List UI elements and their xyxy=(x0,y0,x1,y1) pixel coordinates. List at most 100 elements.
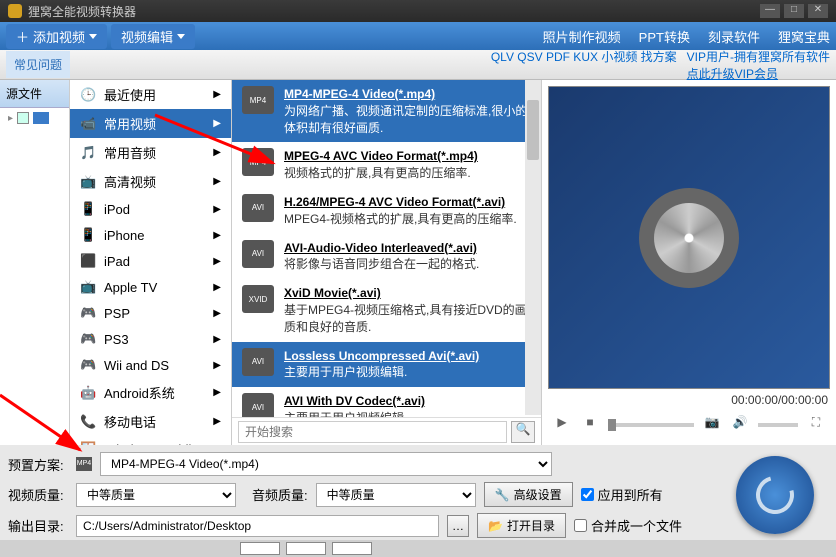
category-label: Apple TV xyxy=(104,280,157,295)
secondary-bar: 常见问题 QLV QSV PDF KUX 小视频 找方案 VIP用户-拥有狸窝所… xyxy=(0,50,836,80)
search-button[interactable]: 🔍 xyxy=(511,421,535,443)
category-item[interactable]: 🎮PS3▶ xyxy=(70,326,231,352)
folder-icon: 📂 xyxy=(488,519,503,533)
format-list-panel: MP4MP4-MPEG-4 Video(*.mp4)为网络广播、视频通讯定制的压… xyxy=(232,80,542,445)
merge-checkbox[interactable]: 合并成一个文件 xyxy=(574,516,682,535)
category-item[interactable]: 🪟Windows Mobile▶ xyxy=(70,436,231,445)
video-quality-select[interactable]: 中等质量 xyxy=(76,483,236,507)
chevron-right-icon: ▶ xyxy=(213,256,221,267)
audio-quality-select[interactable]: 中等质量 xyxy=(316,483,476,507)
format-item[interactable]: AVI AVI With DV Codec(*.avi)主要用于用户视频编辑 xyxy=(232,387,541,417)
category-icon: 📞 xyxy=(80,414,96,430)
chevron-right-icon: ▶ xyxy=(213,89,221,100)
category-menu: 🕒最近使用▶📹常用视频▶🎵常用音频▶📺高清视频▶📱iPod▶📱iPhone▶⬛i… xyxy=(70,80,232,445)
chevron-down-icon xyxy=(177,34,185,39)
browse-dir-button[interactable]: … xyxy=(447,515,469,537)
link-liwo-guide[interactable]: 狸窝宝典 xyxy=(778,27,830,46)
chevron-right-icon: ▶ xyxy=(213,360,221,371)
close-button[interactable]: ✕ xyxy=(808,4,828,18)
advanced-settings-button[interactable]: 🔧高级设置 xyxy=(484,482,573,507)
category-item[interactable]: ⬛iPad▶ xyxy=(70,248,231,274)
format-item[interactable]: MP4MP4-MPEG-4 Video(*.mp4)为网络广播、视频通讯定制的压… xyxy=(232,80,541,142)
format-item[interactable]: XVIDXviD Movie(*.avi)基于MPEG4-视频压缩格式,具有接近… xyxy=(232,279,541,341)
category-item[interactable]: 📺Apple TV▶ xyxy=(70,274,231,300)
tab-faq[interactable]: 常见问题 xyxy=(6,51,70,78)
format-desc: 主要用于用户视频编辑 xyxy=(284,410,531,417)
format-badge-icon: AVI xyxy=(242,393,274,417)
format-search-input[interactable] xyxy=(238,421,507,443)
snapshot-button[interactable]: 📷 xyxy=(702,415,722,435)
format-item[interactable]: AVILossless Uncompressed Avi(*.avi)主要用于用… xyxy=(232,342,541,388)
player-controls: ▶ ■ 📷 🔊 ⛶ xyxy=(548,411,830,439)
format-name: AVI-Audio-Video Interleaved(*.avi) xyxy=(284,240,531,257)
category-label: PS3 xyxy=(104,332,129,347)
stop-button[interactable]: ■ xyxy=(580,415,600,435)
link-burn-software[interactable]: 刻录软件 xyxy=(708,27,760,46)
chevron-right-icon: ▶ xyxy=(213,176,221,187)
plus-icon: ＋ xyxy=(16,27,29,46)
source-file-item[interactable]: ▸ xyxy=(0,108,69,128)
seek-slider[interactable] xyxy=(608,423,694,427)
category-item[interactable]: 🤖Android系统▶ xyxy=(70,378,231,407)
maximize-button[interactable]: □ xyxy=(784,4,804,18)
category-item[interactable]: 🎮Wii and DS▶ xyxy=(70,352,231,378)
category-icon: 📹 xyxy=(80,116,96,132)
category-item[interactable]: 🕒最近使用▶ xyxy=(70,80,231,109)
format-desc: MPEG4-视频格式的扩展,具有更高的压缩率. xyxy=(284,211,531,228)
preset-select[interactable]: MP4-MPEG-4 Video(*.mp4) xyxy=(100,452,552,476)
video-edit-button[interactable]: 视频编辑 xyxy=(111,24,195,49)
preview-panel: 00:00:00/00:00:00 ▶ ■ 📷 🔊 ⛶ xyxy=(542,80,836,445)
apply-all-checkbox[interactable]: 应用到所有 xyxy=(581,485,663,504)
volume-slider[interactable] xyxy=(758,423,798,427)
volume-button[interactable]: 🔊 xyxy=(730,415,750,435)
link-ppt-convert[interactable]: PPT转换 xyxy=(639,27,690,46)
category-icon: 🕒 xyxy=(80,87,96,103)
category-icon: 🎮 xyxy=(80,357,96,373)
play-button[interactable]: ▶ xyxy=(552,415,572,435)
category-item[interactable]: 📱iPhone▶ xyxy=(70,222,231,248)
category-item[interactable]: 🎵常用音频▶ xyxy=(70,138,231,167)
open-dir-button[interactable]: 📂打开目录 xyxy=(477,513,566,538)
titlebar: 狸窝全能视频转换器 — □ ✕ xyxy=(0,0,836,22)
time-display: 00:00:00/00:00:00 xyxy=(548,389,830,411)
chevron-right-icon: ▶ xyxy=(213,230,221,241)
link-photo-video[interactable]: 照片制作视频 xyxy=(543,27,621,46)
link-formats[interactable]: QLV QSV PDF KUX 小视频 找方案 xyxy=(491,48,677,82)
category-item[interactable]: 📹常用视频▶ xyxy=(70,109,231,138)
format-item[interactable]: MP4MPEG-4 AVC Video Format(*.mp4)视频格式的扩展… xyxy=(232,142,541,188)
category-label: iPhone xyxy=(104,228,144,243)
category-item[interactable]: 📺高清视频▶ xyxy=(70,167,231,196)
sidebar: 源文件 ▸ xyxy=(0,80,70,445)
category-icon: 🎮 xyxy=(80,331,96,347)
wrench-icon: 🔧 xyxy=(495,488,510,502)
format-scrollbar[interactable] xyxy=(525,80,541,415)
chevron-right-icon: ▶ xyxy=(213,444,221,446)
add-video-button[interactable]: ＋ 添加视频 xyxy=(6,24,107,49)
category-label: iPod xyxy=(104,202,130,217)
chevron-right-icon: ▶ xyxy=(213,416,221,427)
format-name: AVI With DV Codec(*.avi) xyxy=(284,393,531,410)
convert-button[interactable] xyxy=(736,456,814,534)
format-badge-icon: AVI xyxy=(242,194,274,222)
output-dir-input[interactable] xyxy=(76,515,439,537)
minimize-button[interactable]: — xyxy=(760,4,780,18)
sidebar-header: 源文件 xyxy=(0,80,69,108)
category-item[interactable]: 🎮PSP▶ xyxy=(70,300,231,326)
audio-quality-label: 音频质量: xyxy=(252,485,308,504)
category-item[interactable]: 📞移动电话▶ xyxy=(70,407,231,436)
format-item[interactable]: AVIH.264/MPEG-4 AVC Video Format(*.avi)M… xyxy=(232,188,541,234)
category-icon: ⬛ xyxy=(80,253,96,269)
fullscreen-button[interactable]: ⛶ xyxy=(806,415,826,435)
format-badge-icon: MP4 xyxy=(242,86,274,114)
format-name: Lossless Uncompressed Avi(*.avi) xyxy=(284,348,531,365)
format-name: XviD Movie(*.avi) xyxy=(284,285,531,302)
format-desc: 为网络广播、视频通讯定制的压缩标准,很小的体积却有很好画质. xyxy=(284,103,531,137)
category-icon: 📺 xyxy=(80,174,96,190)
category-item[interactable]: 📱iPod▶ xyxy=(70,196,231,222)
checkbox-icon[interactable] xyxy=(17,112,29,124)
app-icon xyxy=(8,4,22,18)
vip-upgrade-link[interactable]: 点此升级VIP会员 xyxy=(687,67,778,81)
category-label: Android系统 xyxy=(104,383,175,402)
film-reel-icon xyxy=(639,188,739,288)
format-item[interactable]: AVIAVI-Audio-Video Interleaved(*.avi)将影像… xyxy=(232,234,541,280)
